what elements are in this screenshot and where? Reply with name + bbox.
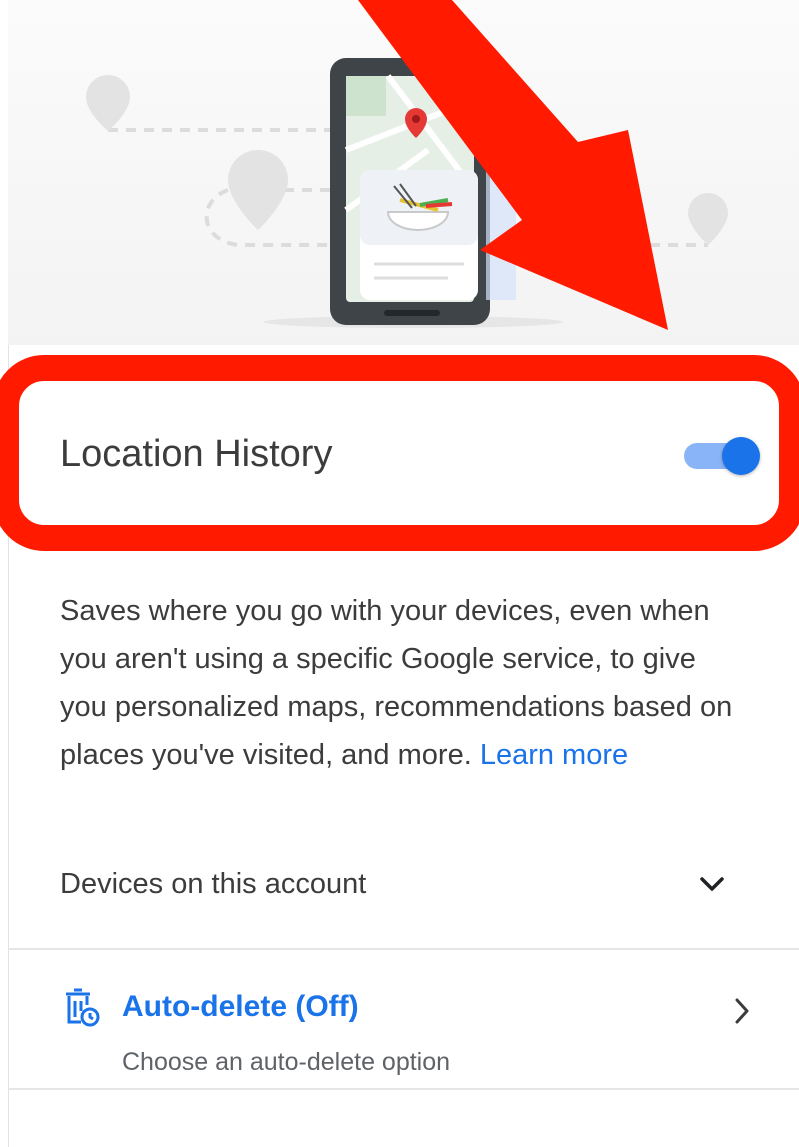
location-history-toggle[interactable] <box>684 436 760 476</box>
learn-more-link[interactable]: Learn more <box>480 739 628 771</box>
chevron-right-icon[interactable] <box>732 996 752 1026</box>
location-history-description: Saves where you go with your devices, ev… <box>60 587 750 779</box>
divider <box>8 948 799 950</box>
devices-on-account-row[interactable]: Devices on this account <box>60 862 726 910</box>
devices-label: Devices on this account <box>60 868 367 900</box>
auto-delete-row[interactable]: Auto-delete (Off) Choose an auto-delete … <box>60 986 760 1076</box>
location-history-illustration <box>8 0 799 345</box>
auto-delete-icon <box>66 988 100 1027</box>
auto-delete-title: Auto-delete (Off) <box>122 990 359 1023</box>
location-history-label: Location History <box>60 433 333 475</box>
description-text: Saves where you go with your devices, ev… <box>60 595 733 771</box>
divider <box>8 1088 799 1090</box>
chevron-down-icon[interactable] <box>698 874 726 894</box>
toggle-thumb <box>722 437 760 475</box>
auto-delete-subtitle: Choose an auto-delete option <box>122 1048 451 1076</box>
